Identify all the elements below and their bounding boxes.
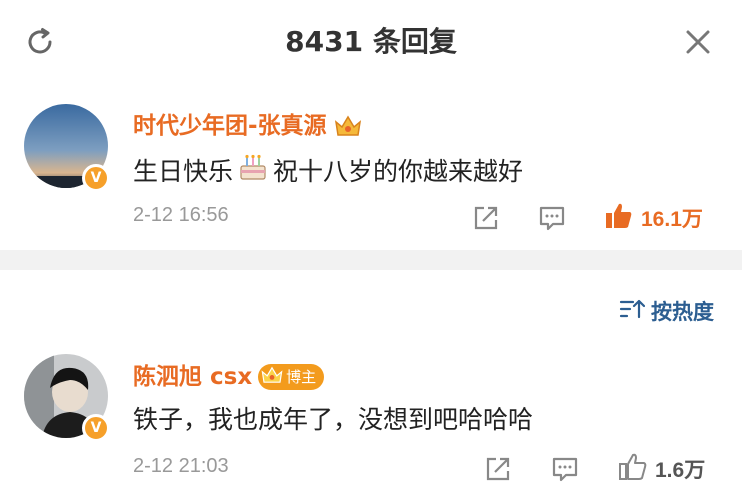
verified-badge-icon: V [82,414,110,442]
comment-icon[interactable] [550,451,580,487]
like-button[interactable]: 1.6万 [617,451,705,487]
comment-text-part: 祝十八岁的你越来越好 [273,157,524,186]
section-divider [0,250,742,270]
close-icon[interactable] [680,24,716,60]
share-icon[interactable] [483,451,513,487]
like-count: 16.1万 [641,208,703,231]
name-row: 时代少年团-张真源 [133,111,363,141]
avatar[interactable]: V [24,104,110,192]
name-row: 陈泗旭 csx 博主 [133,362,325,392]
sort-label: 按热度 [651,300,714,324]
username[interactable]: 时代少年团-张真源 [133,111,327,141]
sort-button[interactable]: 按热度 [619,296,714,326]
host-badge-label: 博主 [286,368,317,386]
avatar[interactable]: V [24,354,110,442]
comment-text: 生日快乐 祝十八岁的你越来越好 [133,152,523,192]
comment-time: 2-12 21:03 [133,455,229,477]
comment-replies-panel: 8431 条回复 V 时代少年团-张真源 生日快乐 祝十八岁的你越来越好 2-1… [0,0,742,500]
thumbs-up-icon [617,451,649,487]
page-title: 8431 条回复 [285,25,457,58]
sort-icon [619,297,646,325]
comment-text-part: 生日快乐 [133,157,234,186]
comment-text: 铁子，我也成年了，没想到吧哈哈哈 [133,405,534,434]
username[interactable]: 陈泗旭 csx [133,362,252,392]
cake-icon [237,152,269,192]
verified-badge-icon: V [82,164,110,192]
thumbs-up-icon [603,200,635,236]
like-button[interactable]: 16.1万 [603,200,703,236]
share-icon[interactable] [471,200,501,236]
comment-meta: 2-12 21:03 1.6万 [133,451,718,487]
host-badge: 博主 [258,364,325,390]
crown-icon [260,364,284,390]
crown-icon [333,113,363,139]
comment-time: 2-12 16:56 [133,204,229,226]
like-count: 1.6万 [655,459,706,482]
comment-icon[interactable] [537,200,567,236]
header-bar: 8431 条回复 [0,0,742,84]
comment-meta: 2-12 16:56 16.1万 [133,200,718,236]
